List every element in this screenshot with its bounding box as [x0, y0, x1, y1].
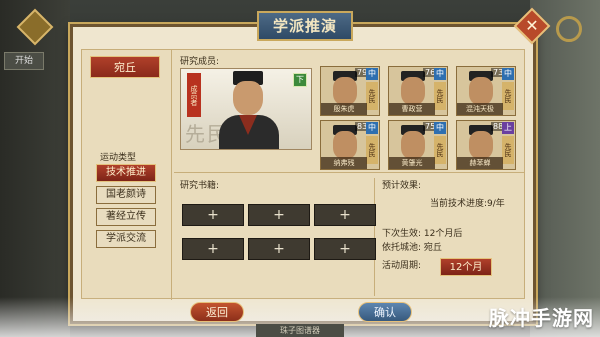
section-divider	[174, 172, 524, 173]
member-tag: 先民	[366, 136, 378, 164]
research-books-label: 研究书籍:	[180, 181, 220, 191]
member-grade: 中	[434, 122, 446, 134]
activity-elder-poetry[interactable]: 国老颜诗	[96, 186, 156, 204]
book-slot-add[interactable]: +	[248, 238, 310, 260]
member-portrait	[401, 131, 425, 159]
lead-face	[233, 81, 263, 115]
background-left	[0, 0, 70, 337]
back-button[interactable]: 返回	[190, 302, 244, 322]
lead-member-portrait[interactable]: 成员者 先民 下	[180, 68, 312, 150]
member-grade: 中	[434, 68, 446, 80]
member-name: 殷朱虎	[321, 103, 367, 115]
location-tab[interactable]: 宛丘	[90, 56, 160, 78]
member-tag: 先民	[434, 82, 446, 110]
member-portrait	[469, 131, 493, 159]
book-slot-add[interactable]: +	[314, 204, 376, 226]
member-portrait	[333, 77, 357, 105]
book-slot-add[interactable]: +	[182, 204, 244, 226]
next-effect-text: 下次生效: 12个月后	[382, 229, 463, 239]
member-grade: 中	[366, 122, 378, 134]
activity-period-label: 活动周期:	[382, 261, 422, 271]
expected-effect-label: 预计效果:	[382, 181, 422, 191]
member-name: 黄肇光	[389, 157, 435, 169]
left-corner-button[interactable]: 开始	[4, 52, 44, 70]
member-grade: 中	[502, 68, 514, 80]
member-name: 赫苯蝉	[457, 157, 503, 169]
member-card[interactable]: 75 中 先民 黄肇光	[388, 120, 448, 170]
left-column: 宛丘 运动类型 技术推进 国老颜诗 著经立传 学派交流	[84, 50, 172, 300]
member-grade: 中	[366, 68, 378, 80]
member-tag: 先民	[366, 82, 378, 110]
member-card[interactable]: 88 上 先民 赫苯蝉	[456, 120, 516, 170]
close-icon: ✕	[525, 16, 539, 35]
activity-write-classics[interactable]: 著经立传	[96, 208, 156, 226]
member-tag: 先民	[502, 136, 514, 164]
member-name: 混沌天极	[457, 103, 503, 115]
member-tag: 先民	[434, 136, 446, 164]
book-slot-add[interactable]: +	[314, 238, 376, 260]
panel-title: 学派推演	[257, 11, 353, 41]
confirm-button[interactable]: 确认	[358, 302, 412, 322]
refresh-ring-icon[interactable]	[556, 16, 582, 42]
member-card[interactable]: 73 中 先民 混沌天极	[456, 66, 516, 116]
activity-school-exchange[interactable]: 学派交流	[96, 230, 156, 248]
host-city-text: 依托城池: 宛丘	[382, 243, 442, 253]
bottom-center-button[interactable]: 珠子图谱器	[256, 324, 344, 337]
member-name: 纳弗残	[321, 157, 367, 169]
site-watermark: 脉冲手游网	[489, 306, 594, 330]
member-tag: 先民	[502, 82, 514, 110]
background-right	[530, 0, 600, 337]
tech-progress-text: 当前技术进度:9/年	[430, 199, 505, 209]
research-members-label: 研究成员:	[180, 57, 220, 67]
activity-tech-advance[interactable]: 技术推进	[96, 164, 156, 182]
book-slot-add[interactable]: +	[248, 204, 310, 226]
activity-type-label: 运动类型	[100, 153, 137, 163]
lead-member-tag: 成员者	[187, 73, 201, 117]
book-slot-add[interactable]: +	[182, 238, 244, 260]
member-card[interactable]: 76 中 先民 曹政营	[388, 66, 448, 116]
school-deduction-panel: 学派推演 ✕ 宛丘 运动类型 技术推进 国老颜诗 著经立传 学派交流 研究成员:…	[70, 7, 551, 324]
member-name: 曹政营	[389, 103, 435, 115]
section-divider-vertical	[374, 178, 375, 296]
lead-grade-badge: 下	[293, 73, 307, 87]
member-card[interactable]: 79 中 先民 殷朱虎	[320, 66, 380, 116]
activity-period-value[interactable]: 12个月	[440, 258, 492, 276]
member-card[interactable]: 83 中 先民 纳弗残	[320, 120, 380, 170]
member-portrait	[469, 77, 493, 105]
member-grade: 上	[502, 122, 514, 134]
member-portrait	[401, 77, 425, 105]
member-portrait	[333, 131, 357, 159]
